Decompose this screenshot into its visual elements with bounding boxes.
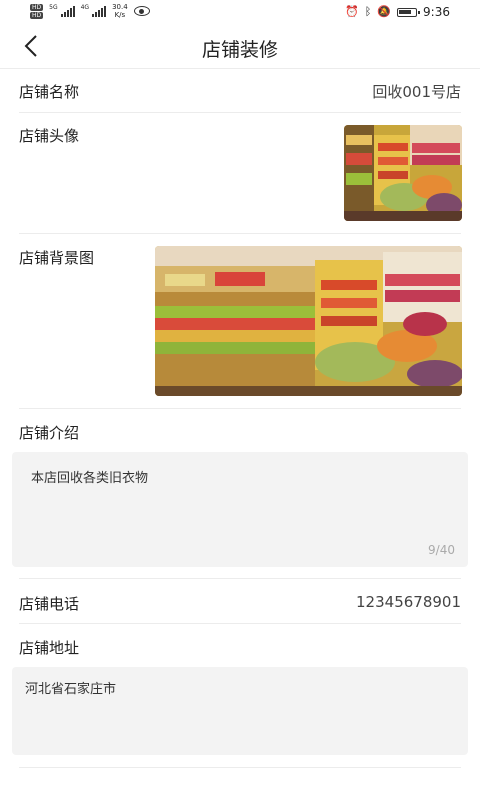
alarm-icon: ⏰ [345,5,359,18]
shop-address-label: 店铺地址 [19,639,80,657]
header: 店铺装修 [0,24,480,69]
signal-icon: 5G [49,4,75,17]
shop-intro-label: 店铺介绍 [19,424,80,442]
divider [19,408,461,409]
status-bar: HD HD 5G 4G 30.4 K/s ⏰ ᛒ 🔕 9:36 [0,0,480,24]
shop-avatar-image[interactable] [344,125,462,221]
divider [19,623,461,624]
divider [19,767,461,768]
mute-icon: 🔕 [377,5,392,18]
hd-badge-1: HD [30,3,44,11]
hd-badge-2: HD [30,11,44,19]
network-speed-value: 30.4 [112,3,128,11]
hd-indicators: HD HD [30,3,44,19]
status-left: HD HD 5G 4G 30.4 K/s [30,3,150,19]
divider [19,578,461,579]
network-type-1: 5G [49,4,58,11]
shop-intro-textarea[interactable]: 本店回收各类旧衣物 9/40 [12,452,468,567]
network-speed: 30.4 K/s [112,3,128,19]
divider [19,233,461,234]
shop-intro-counter: 9/40 [428,543,455,557]
shop-address-textarea[interactable]: 河北省石家庄市 [12,667,468,755]
shop-name-value[interactable]: 回收001号店 [372,81,461,102]
shop-background-image[interactable] [155,246,462,396]
eye-icon [133,6,150,16]
network-speed-unit: K/s [114,11,126,19]
status-time: 9:36 [423,5,450,19]
bluetooth-icon: ᛒ [364,5,372,18]
signal-icon-2: 4G [80,4,107,17]
shop-avatar-label: 店铺头像 [19,127,80,145]
divider [19,112,461,113]
shop-name-label: 店铺名称 [19,83,80,101]
shop-phone-label: 店铺电话 [19,595,80,613]
network-type-2: 4G [80,4,90,11]
page-title: 店铺装修 [201,39,278,61]
shop-background-label: 店铺背景图 [19,249,95,267]
shop-address-text: 河北省石家庄市 [25,682,117,697]
battery-icon [397,7,421,17]
status-right: ⏰ ᛒ 🔕 9:36 [345,5,450,19]
shop-intro-text: 本店回收各类旧衣物 [31,471,149,486]
shop-phone-value[interactable]: 12345678901 [356,593,461,611]
